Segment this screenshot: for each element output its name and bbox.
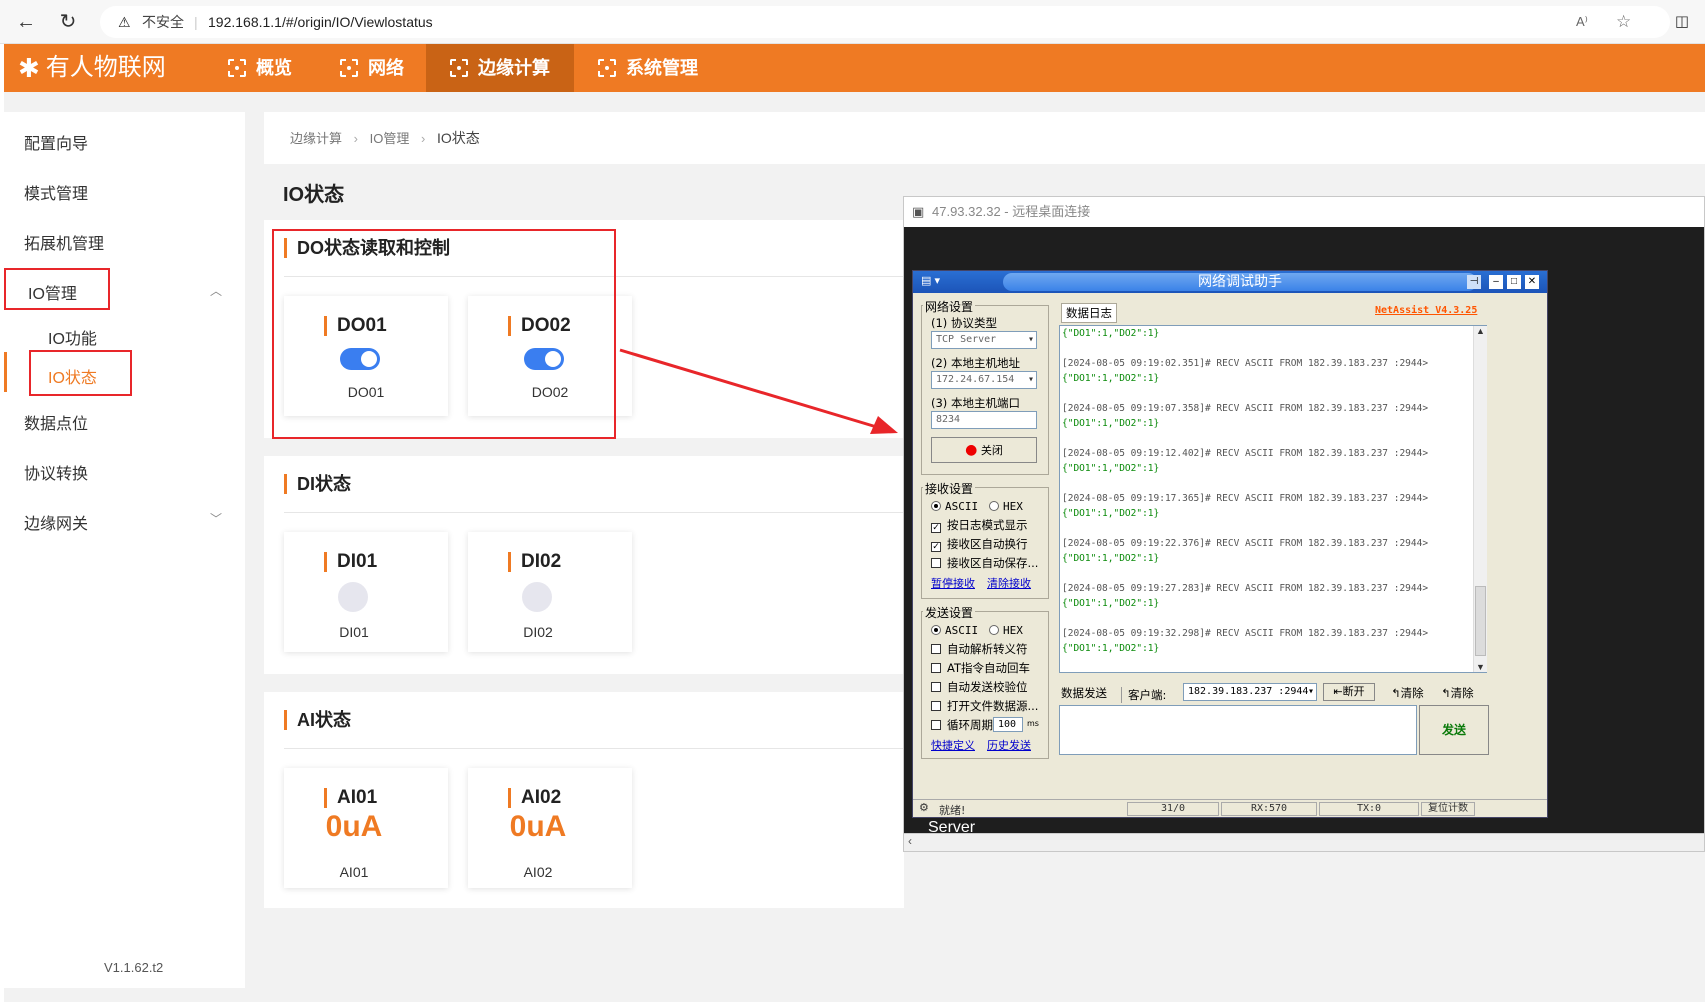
annotation-arrow	[619, 348, 898, 434]
